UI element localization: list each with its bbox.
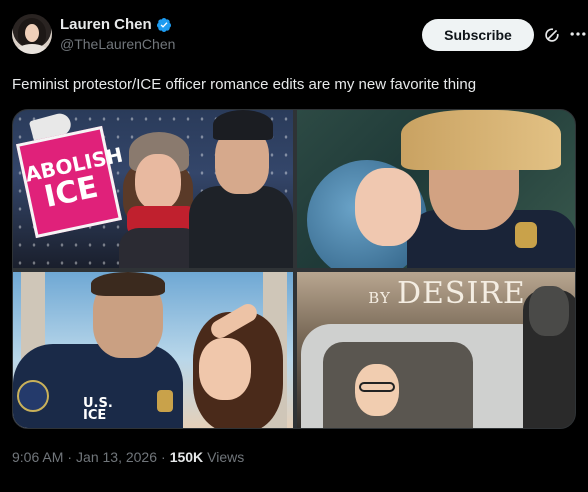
book-title: BY DESIRE bbox=[368, 276, 526, 311]
meta-separator: · bbox=[161, 449, 166, 465]
uniform-text: U.S. ICE bbox=[83, 396, 113, 423]
media-image-protest[interactable]: ABOLISH ICE bbox=[13, 110, 293, 268]
subscribe-button[interactable]: Subscribe bbox=[422, 19, 534, 51]
views-label: Views bbox=[207, 449, 245, 465]
officer-figure bbox=[189, 110, 293, 268]
display-name[interactable]: Lauren Chen bbox=[60, 16, 152, 33]
views-count: 150K bbox=[169, 449, 204, 465]
author-handle[interactable]: @TheLaurenChen bbox=[60, 36, 175, 52]
uniform-patch-illustration bbox=[17, 380, 49, 412]
author-name-row: Lauren Chen bbox=[60, 16, 172, 33]
media-image-car[interactable]: BY DESIRE bbox=[297, 272, 575, 428]
verified-badge-icon bbox=[156, 17, 171, 32]
grok-icon[interactable] bbox=[542, 25, 562, 45]
tweet-date[interactable]: Jan 13, 2026 bbox=[76, 449, 157, 465]
tweet-time[interactable]: 9:06 AM bbox=[12, 449, 63, 465]
tweet-header: Lauren Chen @TheLaurenChen Subscribe bbox=[12, 14, 586, 60]
more-icon[interactable] bbox=[568, 24, 588, 44]
media-image-kiss[interactable] bbox=[297, 110, 575, 268]
media-image-officer[interactable]: U.S. ICE bbox=[13, 272, 293, 428]
avatar[interactable] bbox=[12, 14, 52, 54]
police-badge-illustration bbox=[515, 222, 537, 248]
media-grid: ABOLISH ICE U.S. ICE BY DESIRE bbox=[12, 109, 576, 429]
tweet-meta: 9:06 AM · Jan 13, 2026 · 150K Views bbox=[12, 449, 244, 465]
tweet-text: Feminist protestor/ICE officer romance e… bbox=[12, 76, 477, 93]
meta-separator: · bbox=[67, 449, 73, 465]
